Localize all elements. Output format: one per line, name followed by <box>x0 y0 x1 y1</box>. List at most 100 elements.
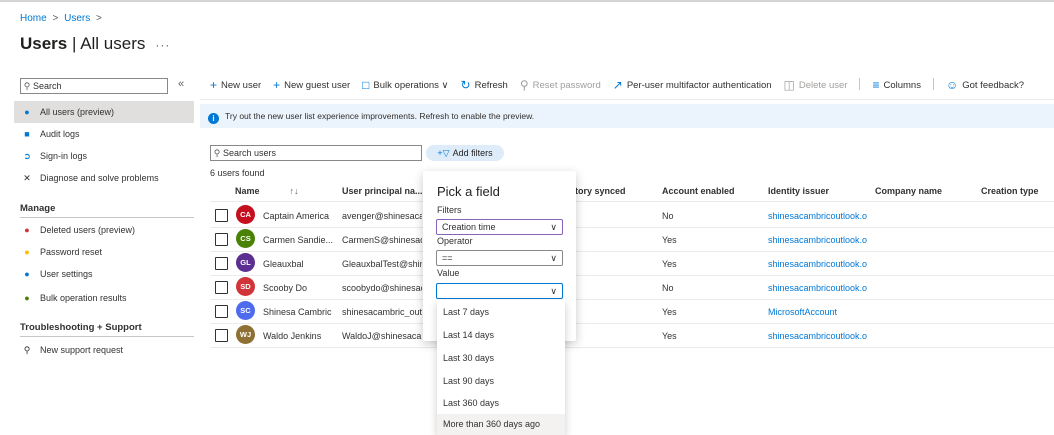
search-icon: ⚲ <box>23 81 31 91</box>
option-last-360-days[interactable]: Last 360 days <box>437 392 565 415</box>
sidebar-item-bulk-results[interactable]: ● Bulk operation results <box>14 287 194 309</box>
user-name[interactable]: Carmen Sandie... <box>263 235 338 245</box>
sidebar-item-all-users[interactable]: ● All users (preview) <box>14 101 194 123</box>
user-name[interactable]: Captain America <box>263 211 338 221</box>
column-header-company-name[interactable]: Company name <box>875 186 942 196</box>
bulk-results-icon: ● <box>24 293 30 304</box>
user-name[interactable]: Scooby Do <box>263 283 338 293</box>
sidebar-item-sign-in-logs[interactable]: ➲ Sign-in logs <box>14 145 194 167</box>
option-label: Last 7 days <box>443 307 490 317</box>
manage-heading: Manage <box>20 203 56 214</box>
reset-password-button[interactable]: ⚲ Reset password <box>520 78 601 92</box>
breadcrumb-home[interactable]: Home <box>20 13 47 24</box>
delete-user-button[interactable]: ◫ Delete user <box>784 78 848 92</box>
key-icon: ⚲ <box>519 78 529 92</box>
chevron-down-icon: ∨ <box>550 286 557 296</box>
account-enabled-value: No <box>662 211 674 221</box>
user-name[interactable]: Gleauxbal <box>263 259 338 269</box>
sidebar-item-label: Diagnose and solve problems <box>40 173 159 183</box>
new-user-button[interactable]: + New user <box>210 78 261 92</box>
per-user-mfa-button[interactable]: ↗ Per-user multifactor authentication <box>613 78 772 92</box>
row-checkbox[interactable] <box>215 257 228 270</box>
account-enabled-value: Yes <box>662 235 677 245</box>
toolbar-divider-line <box>200 99 1054 100</box>
bulk-operations-label: Bulk operations <box>373 80 439 91</box>
option-last-7-days[interactable]: Last 7 days <box>437 301 565 324</box>
document-icon: □ <box>362 78 370 92</box>
option-last-14-days[interactable]: Last 14 days <box>437 324 565 347</box>
column-header-creation-type[interactable]: Creation type <box>981 186 1039 196</box>
delete-user-label: Delete user <box>798 80 848 91</box>
sidebar-item-deleted-users[interactable]: ● Deleted users (preview) <box>14 219 194 241</box>
column-header-identity-issuer[interactable]: Identity issuer <box>768 186 829 196</box>
support-heading: Troubleshooting + Support <box>20 322 142 333</box>
search-users-placeholder: Search users <box>223 148 277 158</box>
filters-dropdown[interactable]: Creation time ∨ <box>436 219 563 235</box>
row-checkbox[interactable] <box>215 233 228 246</box>
per-user-mfa-label: Per-user multifactor authentication <box>626 80 772 91</box>
command-bar: + New user + New guest user □ Bulk operations… <box>210 78 1036 94</box>
bulk-operations-button[interactable]: □ Bulk operations ∨ <box>362 78 448 92</box>
identity-issuer-value[interactable]: shinesacambricoutlook.o <box>768 259 867 269</box>
info-icon: i <box>208 113 219 124</box>
breadcrumb-users[interactable]: Users <box>64 13 90 24</box>
more-options-button[interactable]: ··· <box>155 38 170 52</box>
new-user-label: New user <box>221 80 262 91</box>
chevron-down-icon: ∨ <box>550 222 557 232</box>
avatar: SD <box>236 277 255 296</box>
row-divider <box>210 323 1054 324</box>
got-feedback-label: Got feedback? <box>962 80 1025 91</box>
option-last-90-days[interactable]: Last 90 days <box>437 370 565 393</box>
avatar: WJ <box>236 325 255 344</box>
breadcrumb-separator: > <box>96 13 102 24</box>
identity-issuer-value[interactable]: shinesacambricoutlook.o <box>768 211 867 221</box>
sidebar-item-diagnose[interactable]: ✕ Diagnose and solve problems <box>14 167 194 189</box>
identity-issuer-value[interactable]: MicrosoftAccount <box>768 307 837 317</box>
row-checkbox[interactable] <box>215 305 228 318</box>
column-header-account-enabled[interactable]: Account enabled <box>662 186 735 196</box>
columns-label: Columns <box>883 80 921 91</box>
sidebar-item-password-reset[interactable]: ● Password reset <box>14 241 194 263</box>
row-divider <box>210 299 1054 300</box>
columns-button[interactable]: ≡ Columns <box>872 78 921 92</box>
row-checkbox[interactable] <box>215 209 228 222</box>
new-guest-user-button[interactable]: + New guest user <box>273 78 350 92</box>
option-label: More than 360 days ago <box>443 419 541 429</box>
sidebar-item-label: Password reset <box>40 247 103 257</box>
option-label: Last 30 days <box>443 353 495 363</box>
sidebar-search-input[interactable]: ⚲ Search <box>20 78 168 94</box>
add-filters-button[interactable]: +▽ Add filters <box>426 145 504 161</box>
option-last-30-days[interactable]: Last 30 days <box>437 347 565 370</box>
identity-issuer-value[interactable]: shinesacambricoutlook.o <box>768 283 867 293</box>
column-header-upn[interactable]: User principal na... <box>342 186 423 196</box>
users-icon: ● <box>24 107 30 118</box>
search-users-input[interactable]: ⚲ Search users <box>210 145 422 161</box>
avatar: SC <box>236 301 255 320</box>
refresh-button[interactable]: ↻ Refresh <box>461 78 508 92</box>
sidebar-item-user-settings[interactable]: ● User settings <box>14 263 194 285</box>
identity-issuer-value[interactable]: shinesacambricoutlook.o <box>768 331 867 341</box>
sidebar-item-label: Sign-in logs <box>40 151 88 161</box>
column-header-directory-synced[interactable]: tory synced <box>575 186 626 196</box>
user-upn: CarmenS@shinesac <box>342 235 422 245</box>
account-enabled-value: Yes <box>662 307 677 317</box>
identity-issuer-value[interactable]: shinesacambricoutlook.o <box>768 235 867 245</box>
operator-dropdown[interactable]: == ∨ <box>436 250 563 266</box>
user-name[interactable]: Shinesa Cambric <box>263 307 338 317</box>
value-dropdown[interactable]: ∨ <box>436 283 563 299</box>
user-name[interactable]: Waldo Jenkins <box>263 331 338 341</box>
new-guest-user-label: New guest user <box>284 80 351 91</box>
column-header-name[interactable]: Name ↑↓ <box>235 186 299 196</box>
sort-icon: ↑↓ <box>289 186 299 196</box>
columns-icon: ≡ <box>872 78 880 92</box>
option-more-than-360-days[interactable]: More than 360 days ago <box>437 414 565 435</box>
collapse-sidebar-button[interactable]: « <box>178 78 184 90</box>
row-checkbox[interactable] <box>215 281 228 294</box>
sidebar-item-audit-logs[interactable]: ■ Audit logs <box>14 123 194 145</box>
plus-icon: + <box>273 78 281 92</box>
got-feedback-button[interactable]: ☺ Got feedback? <box>946 78 1024 92</box>
user-upn: shinesacambric_out <box>342 307 422 317</box>
sidebar-item-new-support-request[interactable]: ⚲ New support request <box>14 339 194 361</box>
filter-icon: +▽ <box>437 148 450 158</box>
row-checkbox[interactable] <box>215 329 228 342</box>
